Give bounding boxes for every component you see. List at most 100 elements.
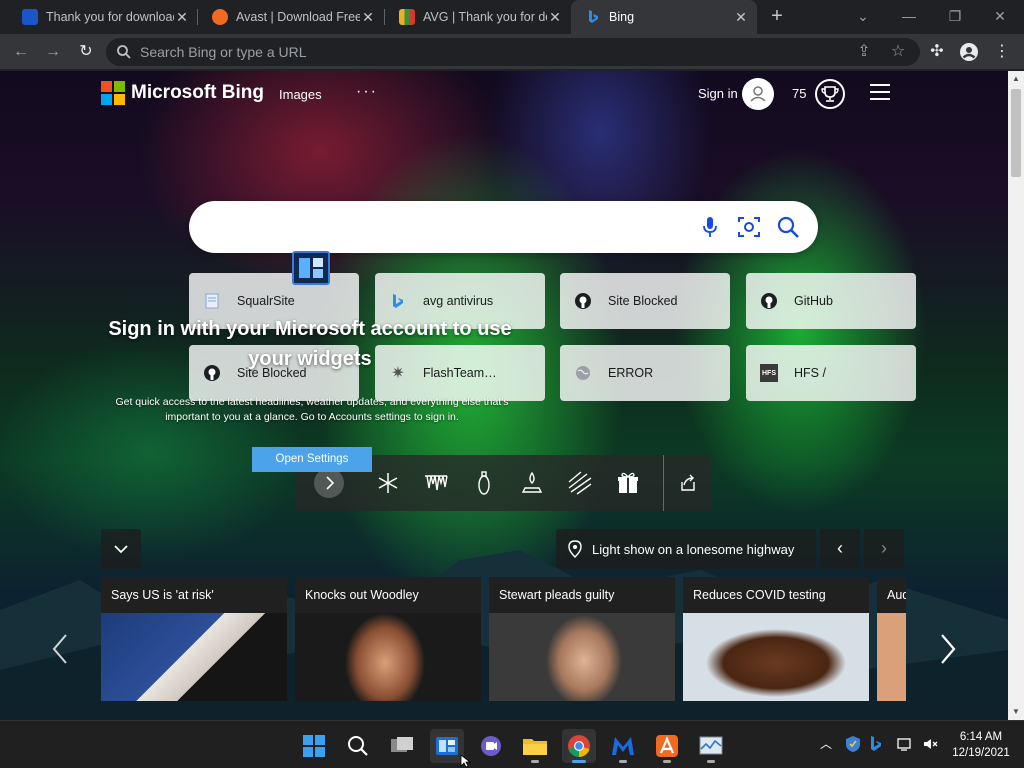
quick-link-hfs[interactable]: HFS HFS / <box>746 345 916 401</box>
file-explorer-button[interactable] <box>518 729 552 763</box>
start-button[interactable] <box>297 729 331 763</box>
news-card[interactable]: Knocks out Woodley <box>295 577 481 701</box>
close-icon[interactable]: ✕ <box>360 9 376 26</box>
user-icon <box>750 86 766 102</box>
next-theme-button[interactable] <box>314 468 344 498</box>
previous-image-button[interactable]: ‹ <box>820 529 860 569</box>
resource-monitor-button[interactable] <box>694 729 728 763</box>
tab-title: Avast | Download Free <box>236 10 360 24</box>
tab-mcafee[interactable]: Thank you for download ✕ <box>8 0 198 34</box>
microphone-icon[interactable] <box>697 214 723 240</box>
news-card[interactable]: Stewart pleads guilty <box>489 577 675 701</box>
share-icon[interactable]: ⇪ <box>852 40 876 64</box>
task-view-button[interactable] <box>385 729 419 763</box>
menu-kebab-icon[interactable]: ⋮ <box>990 40 1014 64</box>
quick-link-label: ERROR <box>608 366 654 380</box>
extensions-puzzle-icon[interactable]: ✣ <box>925 40 949 64</box>
widgets-prompt-body: Get quick access to the latest headlines… <box>115 396 509 423</box>
profile-icon[interactable] <box>957 40 981 64</box>
ribbon-pattern-icon[interactable] <box>565 468 595 498</box>
taskbar-search-button[interactable] <box>341 729 375 763</box>
quick-link-github[interactable]: GitHub <box>746 273 916 329</box>
bing-logo[interactable]: Microsoft Bing <box>101 81 264 105</box>
more-nav-icon[interactable]: ··· <box>356 83 378 101</box>
open-settings-button[interactable]: Open Settings <box>252 447 372 472</box>
security-shield-icon[interactable] <box>845 735 861 753</box>
ornament-icon[interactable] <box>469 468 499 498</box>
back-icon[interactable]: ← <box>9 40 33 64</box>
running-indicator <box>663 760 671 763</box>
tab-search-chevron-icon[interactable]: ⌄ <box>851 4 875 28</box>
avatar[interactable] <box>742 78 774 110</box>
tab-title: Thank you for download <box>46 10 174 24</box>
volume-muted-icon[interactable] <box>922 735 938 753</box>
tab-bing[interactable]: Bing ✕ <box>571 0 757 34</box>
mouse-cursor-icon <box>460 754 472 768</box>
minimize-icon[interactable]: — <box>897 4 921 28</box>
scroll-up-icon[interactable]: ▲ <box>1008 71 1024 87</box>
nav-images-link[interactable]: Images <box>279 87 322 102</box>
bing-tray-icon[interactable] <box>868 735 884 753</box>
restore-icon[interactable]: ❐ <box>943 4 967 28</box>
news-card[interactable]: Reduces COVID testing <box>683 577 869 701</box>
image-caption-text: Light show on a lonesome highway <box>592 541 795 557</box>
address-input[interactable] <box>140 38 840 66</box>
widgets-prompt-title: Sign in with your Microsoft account to u… <box>108 318 512 370</box>
running-indicator <box>707 760 715 763</box>
scroll-down-icon[interactable]: ▼ <box>1008 704 1024 720</box>
page-scrollbar[interactable]: ▲ ▼ <box>1008 71 1024 720</box>
snowflake-icon[interactable] <box>373 468 403 498</box>
gift-icon[interactable] <box>613 468 643 498</box>
show-hidden-icons-chevron-icon[interactable]: ︿ <box>820 735 836 753</box>
hamburger-menu-icon[interactable] <box>870 84 890 102</box>
bookmark-star-icon[interactable]: ☆ <box>886 40 910 64</box>
image-caption[interactable]: Light show on a lonesome highway <box>556 529 816 569</box>
active-indicator <box>572 760 586 763</box>
sign-in-link[interactable]: Sign in <box>698 86 738 101</box>
tab-strip: Thank you for download ✕ Avast | Downloa… <box>0 0 1024 34</box>
close-icon[interactable]: ✕ <box>174 9 190 26</box>
candle-icon[interactable] <box>517 468 547 498</box>
address-bar[interactable]: ⇪ ☆ <box>106 38 920 66</box>
teams-chat-button[interactable] <box>474 729 508 763</box>
quick-link-site-blocked[interactable]: Site Blocked <box>560 273 730 329</box>
reload-icon[interactable]: ↻ <box>74 40 98 64</box>
carousel-next-icon[interactable] <box>938 631 958 667</box>
taskbar-clock[interactable]: 6:14 AM 12/19/2021 <box>948 729 1014 761</box>
icicles-icon[interactable] <box>421 468 451 498</box>
brand-name: Microsoft Bing <box>131 82 264 103</box>
news-card[interactable]: Says US is 'at risk' <box>101 577 287 701</box>
scrollbar-thumb[interactable] <box>1011 89 1021 177</box>
news-card-title: Stewart pleads guilty <box>489 577 675 613</box>
clock-date: 12/19/2021 <box>952 747 1010 759</box>
visual-search-icon[interactable] <box>736 214 762 240</box>
network-icon[interactable] <box>896 735 912 753</box>
carousel-prev-icon[interactable] <box>50 631 70 667</box>
search-input[interactable] <box>211 211 691 243</box>
clock-time: 6:14 AM <box>959 731 1003 743</box>
teams-chat-icon <box>481 736 501 756</box>
search-icon[interactable] <box>775 214 801 240</box>
new-tab-icon[interactable]: + <box>766 5 788 27</box>
avast-button[interactable] <box>650 729 684 763</box>
avast-favicon-icon <box>212 9 228 25</box>
globe-icon <box>574 364 592 382</box>
bing-search-box[interactable] <box>189 201 818 253</box>
next-image-button[interactable]: › <box>864 529 904 569</box>
share-icon[interactable] <box>673 468 703 498</box>
forward-icon[interactable]: → <box>41 40 65 64</box>
news-card[interactable]: Aud <box>877 577 906 701</box>
tab-avg[interactable]: AVG | Thank you for do ✕ <box>385 0 571 34</box>
folder-icon <box>523 739 547 755</box>
rewards-points[interactable]: 75 <box>792 86 806 101</box>
chrome-button[interactable] <box>562 729 596 763</box>
close-icon[interactable]: ✕ <box>547 9 563 26</box>
close-window-icon[interactable]: ✕ <box>988 4 1012 28</box>
rewards-trophy-icon[interactable] <box>815 79 845 109</box>
expand-feed-button[interactable] <box>101 529 141 569</box>
tab-avast[interactable]: Avast | Download Free ✕ <box>198 0 384 34</box>
close-icon[interactable]: ✕ <box>733 9 749 26</box>
quick-link-error[interactable]: ERROR <box>560 345 730 401</box>
malwarebytes-button[interactable] <box>606 729 640 763</box>
widgets-button[interactable] <box>430 729 464 763</box>
